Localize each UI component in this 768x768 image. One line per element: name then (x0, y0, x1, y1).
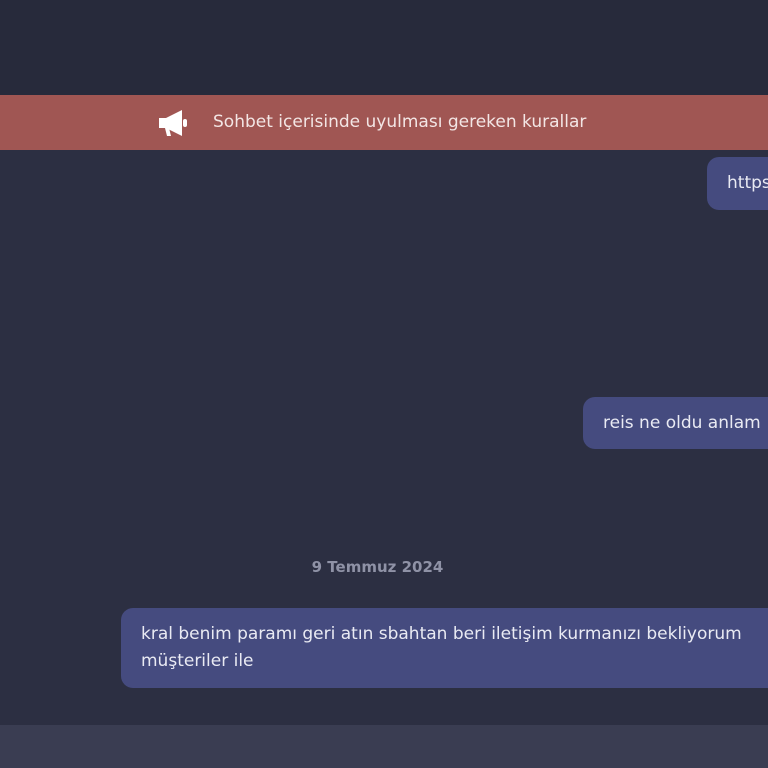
message-input-bar[interactable] (0, 725, 768, 768)
message-text: reis ne oldu anlam (603, 413, 761, 433)
message-bubble[interactable]: kral benim paramı geri atın sbahtan beri… (121, 608, 768, 688)
banner-text: Sohbet içerisinde uyulması gereken kural… (213, 112, 587, 132)
message-text: https (727, 173, 768, 193)
message-list: https reis ne oldu anlam 9 Temmuz 2024 k… (0, 150, 768, 725)
megaphone-icon (159, 110, 187, 136)
header-bar (0, 0, 768, 95)
chat-screen: Sohbet içerisinde uyulması gereken kural… (0, 0, 768, 768)
chat-rules-banner[interactable]: Sohbet içerisinde uyulması gereken kural… (0, 95, 768, 150)
date-separator: 9 Temmuz 2024 (311, 558, 444, 576)
message-text: kral benim paramı geri atın sbahtan beri… (141, 624, 742, 671)
message-bubble[interactable]: https (707, 157, 768, 210)
message-bubble[interactable]: reis ne oldu anlam (583, 397, 768, 449)
